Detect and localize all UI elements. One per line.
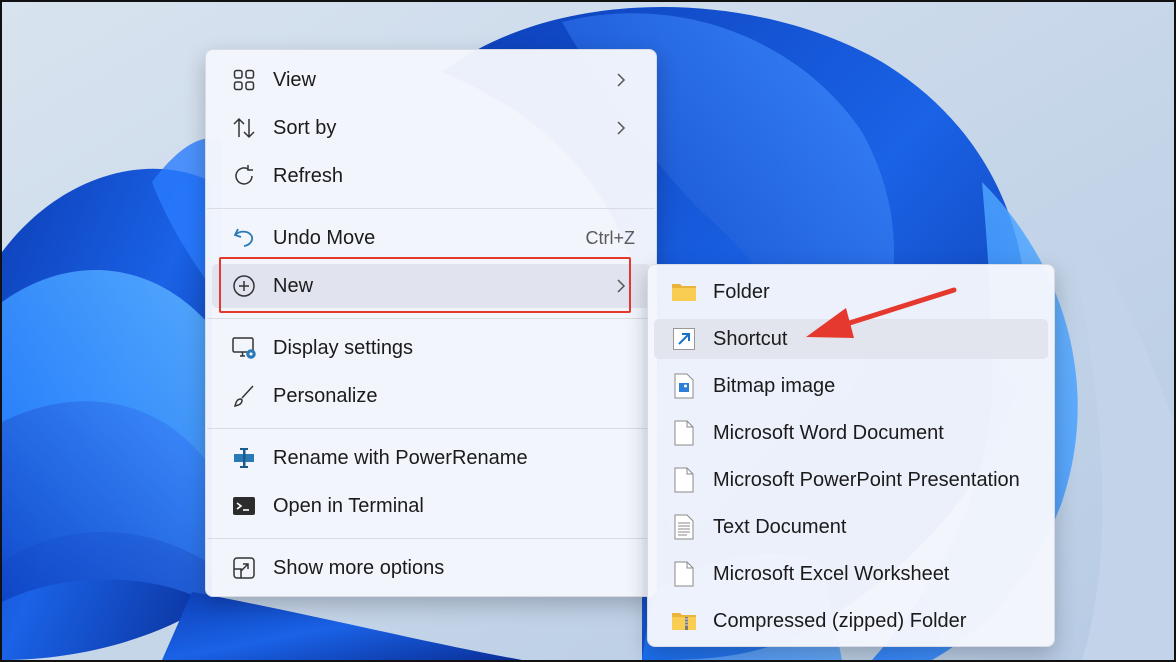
screenshot-frame: View Sort by Refresh Undo Move Ctrl+Z Ne…: [0, 0, 1176, 662]
menu-item-sort-by[interactable]: Sort by: [212, 106, 650, 150]
menu-item-show-more-options[interactable]: Show more options: [212, 546, 650, 590]
menu-item-view[interactable]: View: [212, 58, 650, 102]
menu-separator: [207, 538, 655, 539]
menu-item-undo-move[interactable]: Undo Move Ctrl+Z: [212, 216, 650, 260]
keyboard-shortcut: Ctrl+Z: [585, 227, 636, 248]
powerrename-icon: [231, 445, 257, 471]
submenu-item-zipped-folder[interactable]: Compressed (zipped) Folder: [654, 601, 1048, 641]
submenu-item-label: Text Document: [713, 515, 847, 538]
annotation-arrow: [806, 287, 957, 338]
document-icon: [671, 467, 697, 493]
document-icon: [671, 561, 697, 587]
submenu-item-label: Microsoft Excel Worksheet: [713, 562, 950, 585]
show-more-icon: [231, 555, 257, 581]
menu-separator: [207, 318, 655, 319]
submenu-item-label: Microsoft Word Document: [713, 421, 944, 444]
menu-separator: [207, 428, 655, 429]
submenu-item-label: Shortcut: [713, 327, 788, 350]
menu-item-label: Undo Move: [273, 226, 376, 249]
menu-item-label: Show more options: [273, 556, 445, 579]
view-grid-icon: [231, 67, 257, 93]
submenu-item-label: Microsoft PowerPoint Presentation: [713, 468, 1020, 491]
terminal-icon: [231, 493, 257, 519]
submenu-item-excel-worksheet[interactable]: Microsoft Excel Worksheet: [654, 554, 1048, 594]
chevron-right-icon: [617, 121, 626, 135]
folder-icon: [671, 279, 697, 305]
document-icon: [671, 420, 697, 446]
submenu-item-label: Folder: [713, 280, 770, 303]
menu-item-label: Sort by: [273, 116, 337, 139]
submenu-item-bitmap-image[interactable]: Bitmap image: [654, 366, 1048, 406]
desktop-context-menu: View Sort by Refresh Undo Move Ctrl+Z Ne…: [205, 49, 657, 597]
display-settings-icon: [231, 335, 257, 361]
menu-item-open-terminal[interactable]: Open in Terminal: [212, 484, 650, 528]
menu-item-personalize[interactable]: Personalize: [212, 374, 650, 418]
menu-item-label: Display settings: [273, 336, 414, 359]
shortcut-icon: [671, 326, 697, 352]
menu-item-powerrename[interactable]: Rename with PowerRename: [212, 436, 650, 480]
menu-item-display-settings[interactable]: Display settings: [212, 326, 650, 370]
sort-icon: [231, 115, 257, 141]
menu-item-label: Rename with PowerRename: [273, 446, 528, 469]
submenu-item-text-document[interactable]: Text Document: [654, 507, 1048, 547]
chevron-right-icon: [617, 73, 626, 87]
menu-item-label: Personalize: [273, 384, 378, 407]
bitmap-icon: [671, 373, 697, 399]
menu-item-label: View: [273, 68, 316, 91]
submenu-item-label: Compressed (zipped) Folder: [713, 609, 967, 632]
menu-item-label: Open in Terminal: [273, 494, 424, 517]
menu-separator: [207, 208, 655, 209]
text-document-icon: [671, 514, 697, 540]
menu-item-label: Refresh: [273, 164, 344, 187]
submenu-item-label: Bitmap image: [713, 374, 836, 397]
brush-icon: [231, 383, 257, 409]
submenu-item-word-document[interactable]: Microsoft Word Document: [654, 413, 1048, 453]
undo-icon: [231, 225, 257, 251]
refresh-icon: [231, 163, 257, 189]
annotation-highlight-box: [219, 257, 631, 313]
menu-item-refresh[interactable]: Refresh: [212, 154, 650, 198]
submenu-item-powerpoint-presentation[interactable]: Microsoft PowerPoint Presentation: [654, 460, 1048, 500]
zip-folder-icon: [671, 608, 697, 634]
